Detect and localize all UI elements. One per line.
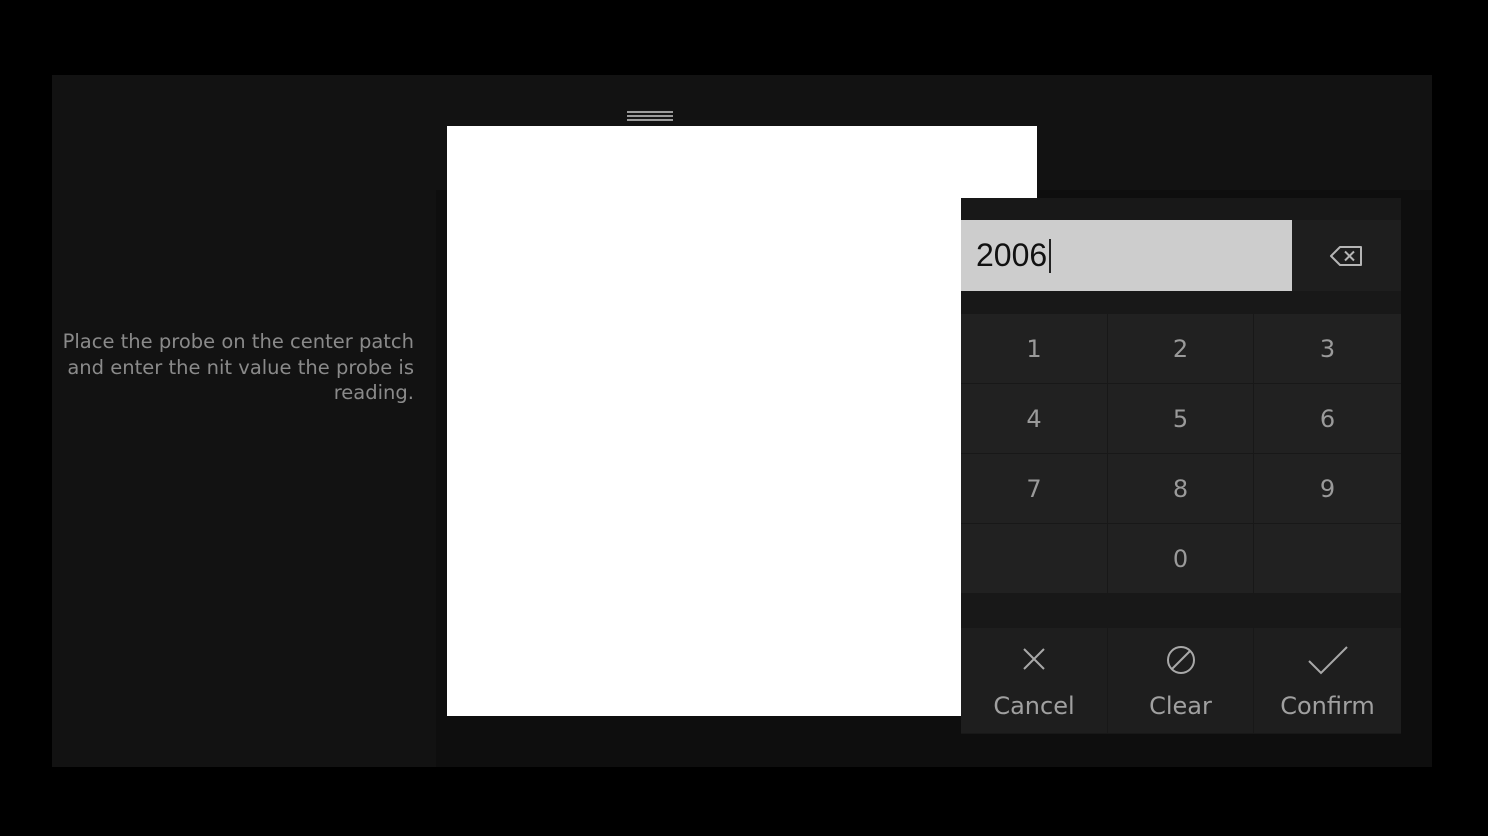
nit-value-input[interactable]: 2006	[961, 220, 1292, 291]
key-9[interactable]: 9	[1254, 454, 1401, 523]
cancel-label: Cancel	[993, 692, 1075, 720]
key-8[interactable]: 8	[1108, 454, 1253, 523]
clear-label: Clear	[1149, 692, 1212, 720]
white-patch	[447, 126, 1037, 198]
cancel-button[interactable]: Cancel	[961, 628, 1107, 733]
key-1[interactable]: 1	[961, 314, 1107, 383]
close-icon	[1023, 648, 1045, 670]
key-5[interactable]: 5	[1108, 384, 1253, 453]
key-4[interactable]: 4	[961, 384, 1107, 453]
confirm-label: Confirm	[1280, 692, 1375, 720]
confirm-button[interactable]: Confirm	[1254, 628, 1401, 733]
backspace-icon	[1329, 245, 1362, 266]
key-6[interactable]: 6	[1254, 384, 1401, 453]
white-patch-body	[447, 198, 961, 716]
key-2[interactable]: 2	[1108, 314, 1253, 383]
nit-value-text: 2006	[976, 237, 1048, 273]
backspace-button[interactable]	[1292, 220, 1401, 291]
key-empty-left	[961, 524, 1107, 593]
key-7[interactable]: 7	[961, 454, 1107, 523]
key-empty-right	[1254, 524, 1401, 593]
instruction-text: Place the probe on the center patch and …	[62, 330, 414, 404]
clear-button[interactable]: Clear	[1108, 628, 1253, 733]
clear-icon	[1166, 646, 1195, 674]
text-caret	[1049, 238, 1051, 273]
drag-handle[interactable]	[627, 111, 673, 123]
key-3[interactable]: 3	[1254, 314, 1401, 383]
key-0[interactable]: 0	[1108, 524, 1253, 593]
check-icon	[1307, 646, 1348, 675]
